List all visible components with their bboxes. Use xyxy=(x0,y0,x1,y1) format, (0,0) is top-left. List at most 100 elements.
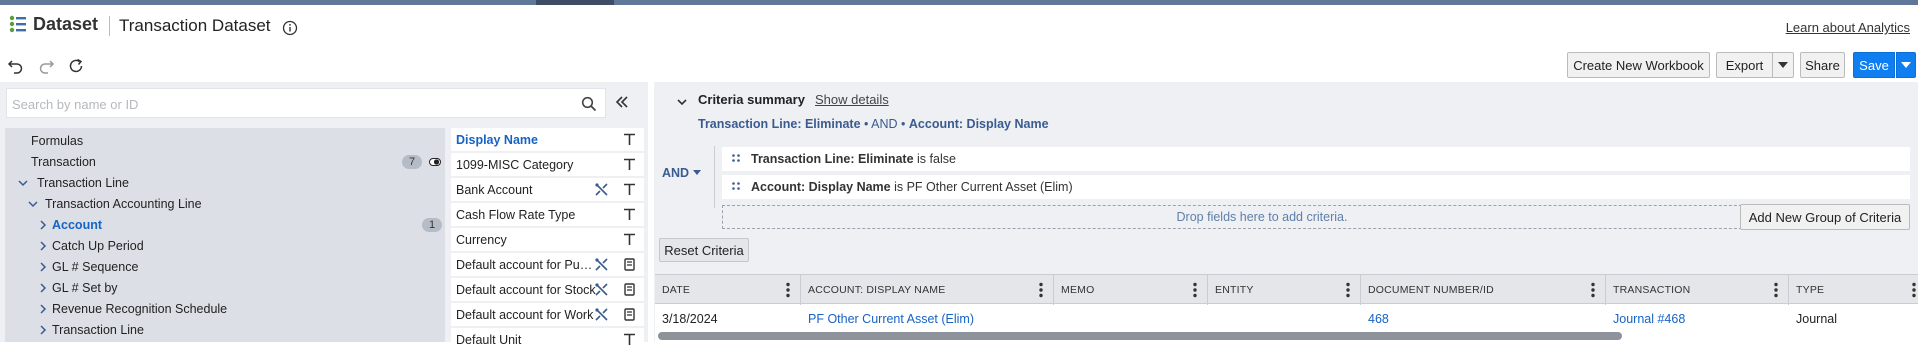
cell-transaction-link[interactable]: Journal #468 xyxy=(1613,312,1685,326)
tree-item-gl-set-by[interactable]: GL # Set by xyxy=(5,278,445,299)
condition-field: Account: Display Name xyxy=(751,180,891,194)
collapse-panel-icon[interactable] xyxy=(612,92,632,112)
tree-item-transaction-line[interactable]: Transaction Line xyxy=(5,173,445,194)
criteria-condition[interactable]: Account: Display Name is PF Other Curren… xyxy=(722,175,1910,199)
data-sources-panel: Search by name or ID Formulas Transactio… xyxy=(0,82,648,351)
field-item[interactable]: Currency xyxy=(451,228,644,251)
column-header-label: ACCOUNT: DISPLAY NAME xyxy=(808,284,946,296)
text-type-icon xyxy=(624,208,635,220)
chevron-right-icon[interactable] xyxy=(37,219,49,231)
add-criteria-group-button[interactable]: Add New Group of Criteria xyxy=(1740,204,1910,230)
join-icon xyxy=(595,183,608,196)
save-dropdown-button[interactable] xyxy=(1896,52,1916,78)
header-divider xyxy=(109,16,110,36)
column-header-account-display-name[interactable]: ACCOUNT: DISPLAY NAME xyxy=(801,275,1054,305)
chevron-down-icon[interactable] xyxy=(17,177,29,189)
column-menu-icon[interactable] xyxy=(1039,282,1043,298)
drag-handle-icon[interactable] xyxy=(731,153,741,163)
field-item[interactable]: Default account for Stock xyxy=(451,278,644,301)
tree-item-transaction[interactable]: Transaction 7 xyxy=(5,152,445,173)
brand-label: Dataset xyxy=(33,14,99,34)
field-item[interactable]: Bank Account xyxy=(451,178,644,201)
cell-document-link[interactable]: 468 xyxy=(1368,312,1389,326)
column-menu-icon[interactable] xyxy=(786,282,790,298)
column-menu-icon[interactable] xyxy=(1774,282,1778,298)
undo-icon[interactable] xyxy=(6,56,26,76)
cell-type: Journal xyxy=(1796,312,1837,326)
record-tree: Formulas Transaction 7 Transaction Line … xyxy=(5,128,445,342)
join-icon xyxy=(595,308,608,321)
refresh-icon[interactable] xyxy=(66,56,86,76)
field-item[interactable]: Cash Flow Rate Type xyxy=(451,203,644,226)
grid-header: DATE ACCOUNT: DISPLAY NAME MEMO ENTITY D… xyxy=(655,274,1918,305)
tree-item-label: Transaction xyxy=(31,155,96,169)
criteria-condition[interactable]: Transaction Line: Eliminate is false xyxy=(722,147,1910,171)
create-workbook-button[interactable]: Create New Workbook xyxy=(1567,52,1710,78)
column-menu-icon[interactable] xyxy=(1912,282,1916,298)
tree-item-transaction-accounting-line[interactable]: Transaction Accounting Line xyxy=(5,194,445,215)
tree-item-revenue-recognition-schedule[interactable]: Revenue Recognition Schedule xyxy=(5,299,445,320)
column-menu-icon[interactable] xyxy=(1193,282,1197,298)
text-type-icon xyxy=(624,133,635,145)
chevron-right-icon[interactable] xyxy=(37,282,49,294)
tree-item-label: Formulas xyxy=(31,134,84,148)
tree-item-label: GL # Set by xyxy=(52,281,118,295)
redo-icon[interactable] xyxy=(36,56,56,76)
field-item[interactable]: Default Unit xyxy=(451,328,644,351)
chevron-right-icon[interactable] xyxy=(37,261,49,273)
chevron-right-icon[interactable] xyxy=(37,240,49,252)
chevron-right-icon[interactable] xyxy=(37,324,49,336)
field-label: Default account for Work xyxy=(456,308,594,322)
search-icon[interactable] xyxy=(581,96,597,112)
criteria-drop-zone[interactable]: Drop fields here to add criteria. xyxy=(722,205,1802,229)
chevron-right-icon[interactable] xyxy=(37,303,49,315)
drag-handle-icon[interactable] xyxy=(731,181,741,191)
field-label: Cash Flow Rate Type xyxy=(456,208,576,222)
tree-item-formulas[interactable]: Formulas xyxy=(5,131,445,152)
chevron-down-icon xyxy=(1901,62,1911,68)
column-header-type[interactable]: TYPE xyxy=(1789,275,1918,305)
tree-item-label: Revenue Recognition Schedule xyxy=(52,302,228,316)
condition-text: Transaction Line: Eliminate is false xyxy=(751,152,956,166)
chevron-down-icon[interactable] xyxy=(676,96,688,108)
cell-date: 3/18/2024 xyxy=(662,312,718,326)
info-icon[interactable] xyxy=(282,20,298,36)
condition-text: Account: Display Name is PF Other Curren… xyxy=(751,180,1073,194)
column-header-memo[interactable]: MEMO xyxy=(1054,275,1208,305)
field-item[interactable]: Display Name xyxy=(451,128,644,151)
condition-rest: is false xyxy=(913,152,956,166)
horizontal-scrollbar[interactable] xyxy=(658,332,1622,340)
column-header-transaction[interactable]: TRANSACTION xyxy=(1606,275,1789,305)
and-operator-dropdown[interactable]: AND xyxy=(662,166,689,180)
tree-item-label: Transaction Line xyxy=(52,323,144,337)
save-button[interactable]: Save xyxy=(1853,52,1895,78)
share-button[interactable]: Share xyxy=(1800,52,1845,78)
column-header-entity[interactable]: ENTITY xyxy=(1208,275,1361,305)
column-header-date[interactable]: DATE xyxy=(655,275,801,305)
toggle-icon[interactable] xyxy=(429,156,441,168)
tree-item-transaction-line-sub[interactable]: Transaction Line xyxy=(5,320,445,341)
chevron-down-icon[interactable] xyxy=(27,198,39,210)
export-button[interactable]: Export xyxy=(1716,52,1772,78)
field-item[interactable]: Default account for Work xyxy=(451,303,644,326)
column-menu-icon[interactable] xyxy=(1591,282,1595,298)
tree-item-account[interactable]: Account 1 xyxy=(5,215,445,236)
field-item[interactable]: 1099-MISC Category xyxy=(451,153,644,176)
tree-item-catch-up-period[interactable]: Catch Up Period xyxy=(5,236,445,257)
field-item[interactable]: Default account for Purchases xyxy=(451,253,644,276)
tree-item-gl-sequence[interactable]: GL # Sequence xyxy=(5,257,445,278)
column-header-label: MEMO xyxy=(1061,284,1095,296)
record-type-icon xyxy=(624,308,635,321)
reset-criteria-button[interactable]: Reset Criteria xyxy=(659,238,749,262)
export-dropdown-button[interactable] xyxy=(1772,52,1794,78)
learn-analytics-link[interactable]: Learn about Analytics xyxy=(1786,20,1910,35)
column-menu-icon[interactable] xyxy=(1346,282,1350,298)
tree-item-label: GL # Sequence xyxy=(52,260,139,274)
column-header-document-number[interactable]: DOCUMENT NUMBER/ID xyxy=(1361,275,1606,305)
column-header-label: TRANSACTION xyxy=(1613,284,1691,296)
show-details-link[interactable]: Show details xyxy=(815,92,889,107)
chevron-down-icon[interactable] xyxy=(693,170,701,175)
page-title: Transaction Dataset xyxy=(119,16,271,35)
search-input[interactable]: Search by name or ID xyxy=(6,88,606,118)
cell-account-link[interactable]: PF Other Current Asset (Elim) xyxy=(808,312,974,326)
